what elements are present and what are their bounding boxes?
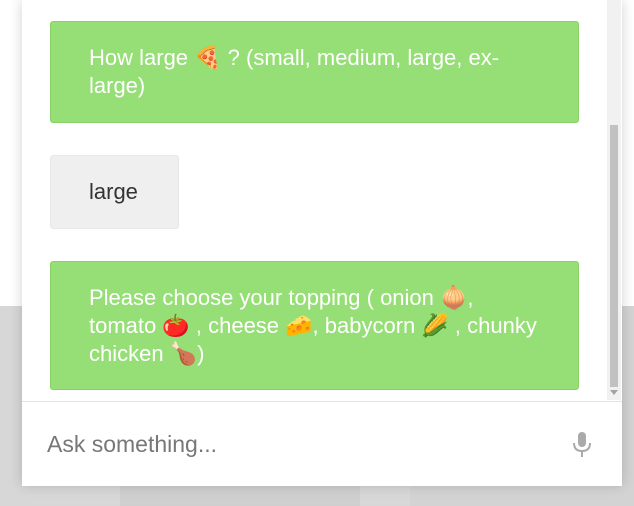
message-text: How large 🍕 ? (small, medium, large, ex-…: [89, 45, 500, 98]
ask-input[interactable]: [47, 424, 547, 464]
chat-window: How large 🍕 ? (small, medium, large, ex-…: [22, 0, 622, 486]
message-list: How large 🍕 ? (small, medium, large, ex-…: [22, 0, 606, 400]
message-input-bar: [22, 401, 622, 486]
user-message: large: [50, 155, 179, 229]
message-scrollbar[interactable]: [607, 0, 621, 400]
bot-message: How large 🍕 ? (small, medium, large, ex-…: [50, 21, 579, 123]
scroll-down-arrow-icon[interactable]: [610, 390, 618, 395]
message-text: large: [89, 179, 138, 204]
scrollbar-thumb[interactable]: [610, 125, 618, 387]
message-text: Please choose your topping ( onion 🧅, to…: [89, 284, 537, 366]
bot-message: Please choose your topping ( onion 🧅, to…: [50, 261, 579, 390]
microphone-icon[interactable]: [568, 430, 596, 460]
